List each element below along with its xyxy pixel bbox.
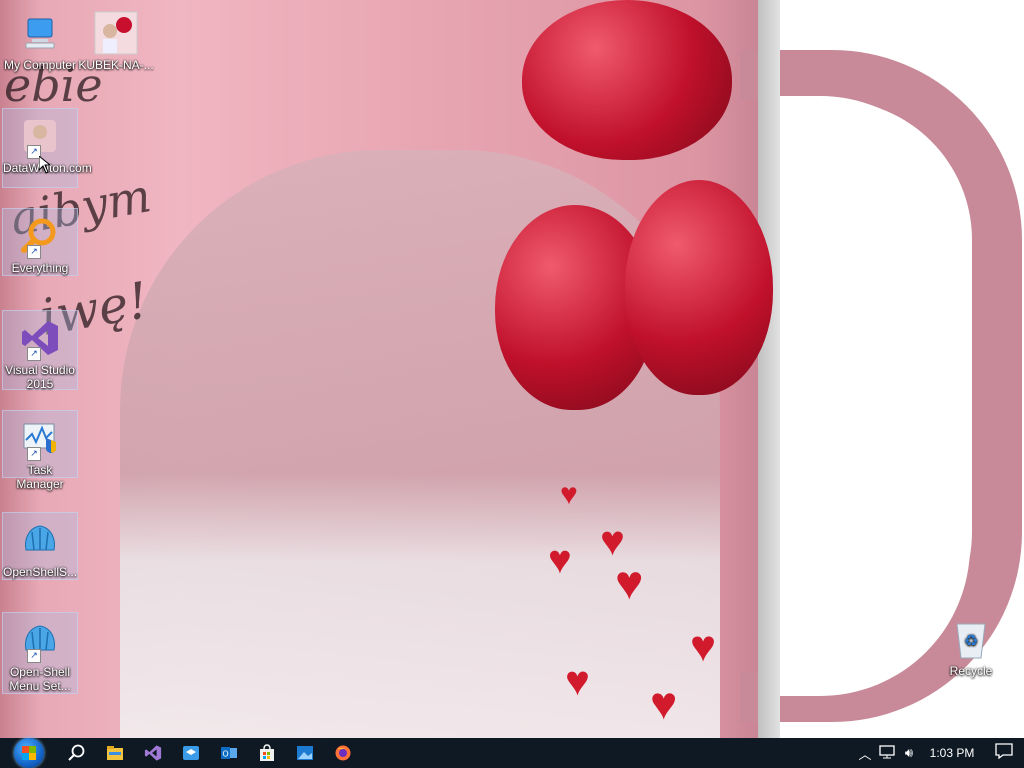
svg-text:O: O (222, 750, 228, 759)
shortcut-arrow-icon: ↗ (27, 245, 41, 259)
wallpaper-balloon (522, 0, 732, 160)
taskbar-outlook[interactable]: O (210, 738, 248, 768)
taskbar-photos[interactable] (286, 738, 324, 768)
visual-studio-icon (144, 745, 162, 761)
wallpaper-mug-edge (758, 0, 780, 738)
desktop-icon-label: Visual Studio 2015 (5, 363, 75, 391)
desktop-icon-openshell-settings[interactable]: ↗ Open-Shell Menu Set... (2, 612, 78, 694)
chevron-up-icon[interactable]: ︿ (854, 744, 876, 763)
openshell-settings-icon: ↗ (17, 617, 63, 663)
taskbar-file-explorer[interactable] (96, 738, 134, 768)
everything-search-icon: ↗ (17, 213, 63, 259)
taskbar-firefox[interactable] (324, 738, 362, 768)
store-bag-icon (260, 744, 274, 761)
action-center-icon[interactable] (984, 742, 1024, 764)
wallpaper-heart: ♥ (615, 557, 644, 610)
outlook-icon: O (221, 747, 237, 759)
photos-icon (297, 746, 313, 760)
mouse-cursor (38, 154, 52, 179)
recycle-bin-icon: ♻ (948, 616, 994, 662)
wallpaper-heart: ♥ (548, 538, 572, 582)
wallpaper-heart: ♥ (560, 478, 578, 511)
task-manager-icon: ↗ (17, 415, 63, 461)
desktop-icon-everything[interactable]: ↗ Everything (2, 208, 78, 276)
desktop-icon-label: Recycle (949, 664, 993, 678)
taskbar-store-bag[interactable] (248, 738, 286, 768)
taskbar-store-app[interactable] (172, 738, 210, 768)
windows-logo-icon (14, 738, 44, 768)
shortcut-arrow-icon: ↗ (27, 649, 41, 663)
desktop-icon-recycle-bin[interactable]: ♻ Recycle (936, 612, 1006, 678)
wallpaper-heart: ♥ (650, 677, 678, 729)
wallpaper-balloon (625, 180, 773, 395)
datawhiton-shortcut-icon: ↗ (17, 113, 63, 159)
wallpaper-heart: ♥ (690, 622, 717, 671)
desktop-icon-task-manager[interactable]: ↗ Task Manager (2, 410, 78, 491)
desktop-icon-openshell[interactable]: OpenShellS... (2, 512, 78, 580)
desktop-icon-my-computer[interactable]: My Computer (2, 6, 78, 72)
shortcut-arrow-icon: ↗ (27, 447, 41, 461)
computer-icon (17, 10, 63, 56)
desktop-icon-label: Task Manager (16, 463, 64, 491)
wallpaper-heart: ♥ (600, 517, 625, 564)
desktop-icon-label: My Computer (3, 58, 77, 72)
desktop-icon-kubek[interactable]: KUBEK-NA-... (78, 6, 154, 72)
taskbar: O ︿ 🔊︎ 1:03 PM (0, 738, 1024, 768)
taskbar-clock[interactable]: 1:03 PM (920, 746, 984, 760)
search-icon (68, 744, 85, 761)
desktop-icon-label: KUBEK-NA-... (78, 58, 154, 72)
desktop-icon-label: OpenShellS... (3, 565, 78, 579)
wallpaper-handle-gap (780, 96, 970, 696)
visual-studio-icon: ↗ (17, 315, 63, 361)
openshell-icon (17, 517, 63, 563)
desktop-icon-visual-studio[interactable]: ↗ Visual Studio 2015 (2, 310, 78, 391)
desktop[interactable]: ebie aibym iwę! ♥ ♥ ♥ ♥ ♥ ♥ ♥ My Compute… (0, 0, 1024, 738)
network-icon[interactable] (876, 744, 898, 762)
wallpaper-heart: ♥ (565, 657, 590, 704)
svg-text:♻: ♻ (964, 631, 978, 650)
system-tray: ︿ 🔊︎ 1:03 PM (854, 738, 1024, 768)
taskbar-search-button[interactable] (58, 738, 96, 768)
desktop-icon-label: Open-Shell Menu Set... (9, 665, 71, 693)
taskbar-visual-studio[interactable] (134, 738, 172, 768)
start-button[interactable] (0, 738, 58, 768)
store-app-icon (183, 746, 199, 760)
firefox-icon (335, 745, 351, 761)
file-explorer-icon (107, 746, 123, 760)
image-file-icon (93, 10, 139, 56)
volume-icon[interactable]: 🔊︎ (898, 745, 920, 761)
shortcut-arrow-icon: ↗ (27, 347, 41, 361)
desktop-icon-label: Everything (11, 261, 69, 275)
